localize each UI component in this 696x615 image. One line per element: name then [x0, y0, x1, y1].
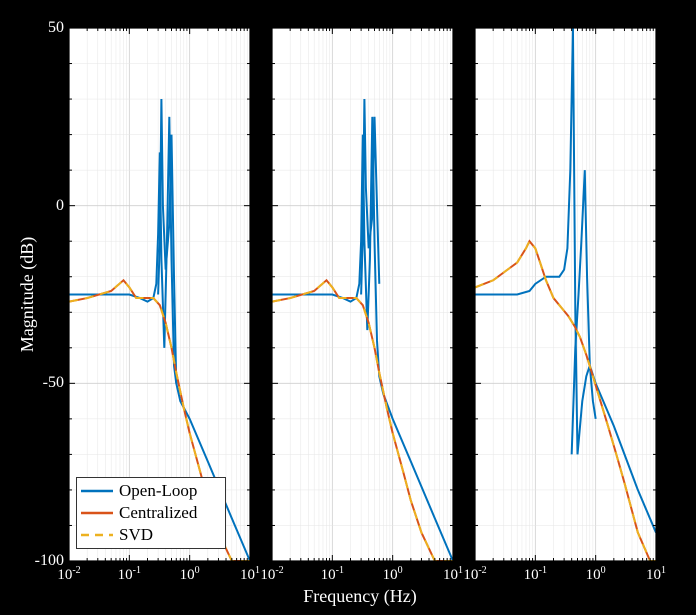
legend-item: Open-Loop	[81, 480, 221, 502]
legend: Open-LoopCentralizedSVD	[76, 477, 226, 549]
x-tick-label: 100	[383, 565, 403, 584]
panel-title: Normal Wind	[69, 6, 250, 27]
legend-swatch	[81, 504, 113, 522]
series-line	[475, 241, 656, 561]
x-tick-label: 101	[443, 565, 463, 584]
x-tick-label: 101	[646, 565, 666, 584]
x-tick-label: 10-1	[524, 565, 547, 584]
y-tick-label: -50	[14, 374, 64, 392]
legend-swatch	[81, 482, 113, 500]
y-axis-label: Magnitude (dB)	[18, 28, 38, 561]
y-tick-label: 50	[14, 19, 64, 37]
series-line	[272, 280, 453, 561]
x-tick-label: 100	[586, 565, 606, 584]
panel-high-wind: High Wind	[475, 28, 656, 561]
x-tick-label: 10-2	[57, 565, 80, 584]
figure: Magnitude (dB) Frequency (Hz) -100-50050…	[0, 0, 696, 615]
plot-svg	[272, 28, 453, 561]
x-axis-label: Frequency (Hz)	[250, 586, 470, 607]
panel-title: Low Wind	[272, 6, 453, 27]
x-tick-label: 100	[180, 565, 200, 584]
legend-label: Open-Loop	[119, 481, 197, 501]
y-tick-label: 0	[14, 197, 64, 215]
legend-label: Centralized	[119, 503, 197, 523]
legend-item: SVD	[81, 524, 221, 546]
series-line	[475, 241, 656, 561]
x-tick-label: 101	[240, 565, 260, 584]
legend-swatch	[81, 526, 113, 544]
x-tick-label: 10-2	[260, 565, 283, 584]
x-tick-label: 10-2	[463, 565, 486, 584]
plot-svg	[475, 28, 656, 561]
panel-low-wind: Low Wind	[272, 28, 453, 561]
legend-label: SVD	[119, 525, 153, 545]
x-tick-label: 10-1	[118, 565, 141, 584]
legend-item: Centralized	[81, 502, 221, 524]
panel-title: High Wind	[475, 6, 656, 27]
series-line	[475, 28, 656, 533]
x-tick-label: 10-1	[321, 565, 344, 584]
series-line	[272, 280, 453, 561]
